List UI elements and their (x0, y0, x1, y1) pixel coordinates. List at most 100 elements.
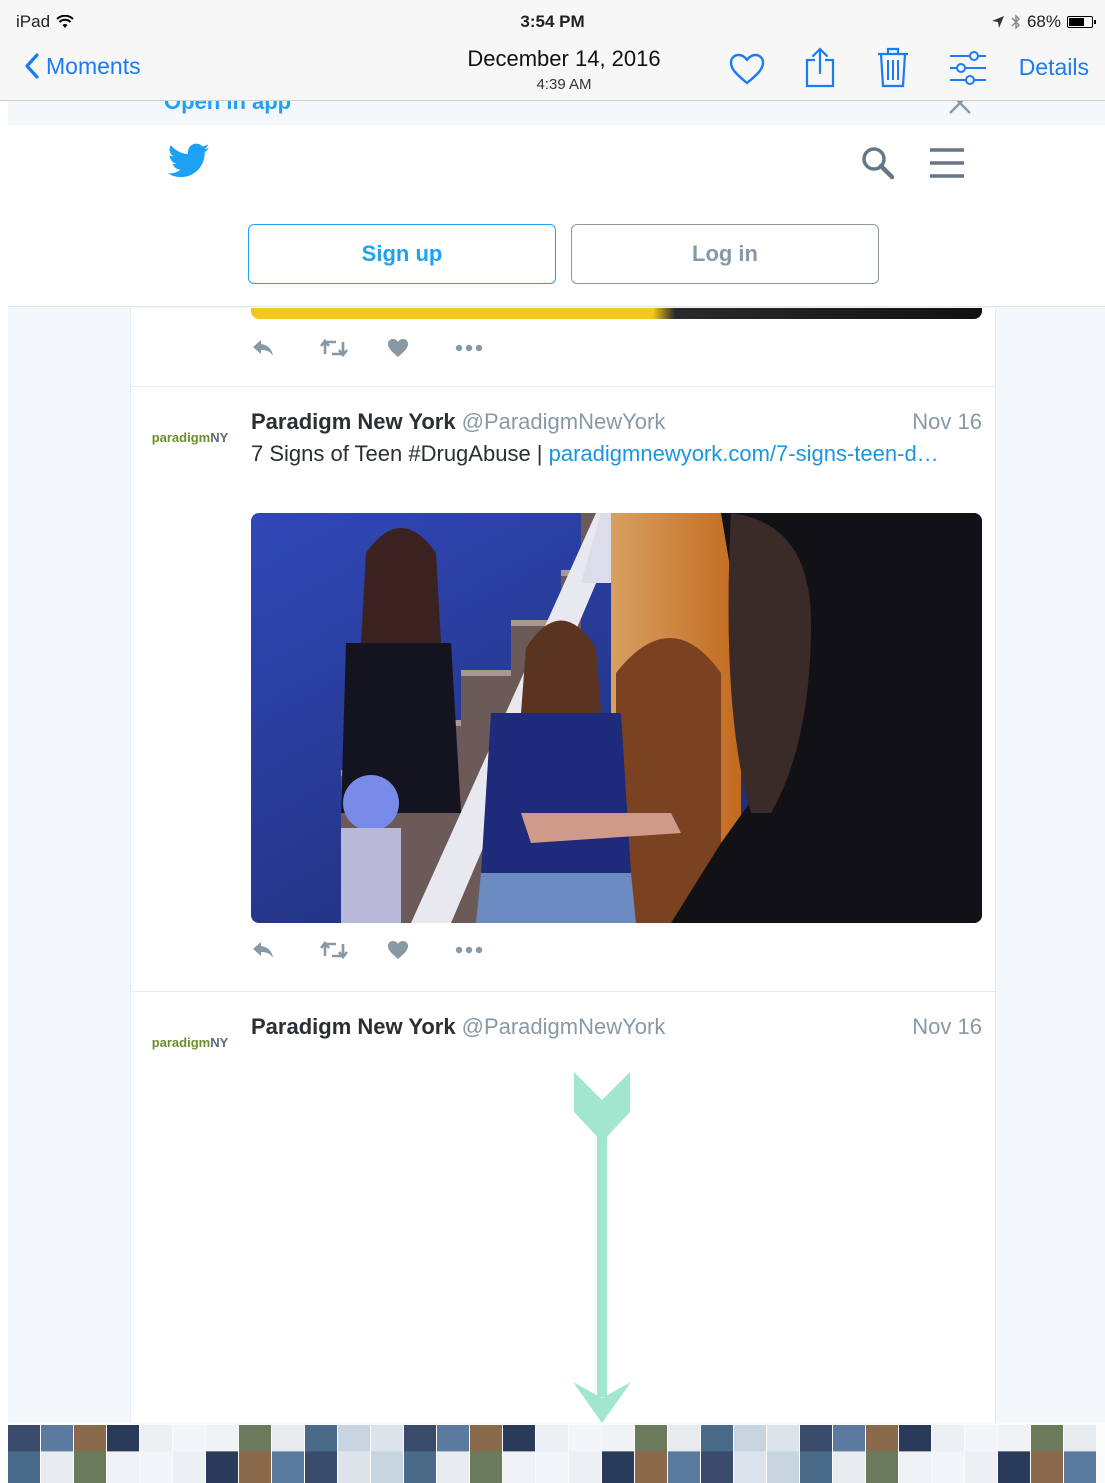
avatar[interactable]: paradigm NY (141, 407, 239, 467)
photo-thumbnail[interactable] (998, 1425, 1030, 1483)
photo-thumbnail[interactable] (206, 1425, 238, 1483)
photo-viewer-screen: iPad 3:54 PM 68% Moments December 14, 20… (0, 0, 1105, 1483)
edit-button[interactable] (948, 50, 988, 91)
chevron-left-icon (25, 53, 39, 79)
party-stairs-photo (251, 513, 982, 923)
reply-button[interactable] (251, 940, 319, 960)
photo-thumbnail[interactable] (1031, 1425, 1063, 1483)
photo-thumbnail[interactable] (74, 1425, 106, 1483)
details-button[interactable]: Details (1019, 54, 1089, 81)
photo-thumbnail[interactable] (668, 1425, 700, 1483)
like-button[interactable] (387, 940, 455, 960)
open-in-app-link[interactable]: Open in app (164, 101, 291, 115)
back-button[interactable]: Moments (24, 52, 141, 80)
photo-thumbnail[interactable] (272, 1425, 304, 1483)
tweet-link[interactable]: paradigmnewyork.com/7-signs-teen-d… (549, 441, 939, 466)
photo-thumbnail[interactable] (503, 1425, 535, 1483)
back-label: Moments (46, 52, 141, 79)
more-icon (455, 946, 483, 954)
status-bar: iPad 3:54 PM 68% (0, 0, 1105, 44)
previous-tweet-media[interactable] (251, 308, 982, 319)
open-in-app-banner: Open in app (8, 101, 1105, 125)
web-content: Open in app Sign up Log in paradigm NY P… (8, 101, 1105, 1423)
photo-thumbnail[interactable] (569, 1425, 601, 1483)
tweet-photo[interactable] (251, 513, 982, 923)
photo-thumbnail[interactable] (173, 1425, 205, 1483)
author-handle[interactable]: @ParadigmNewYork (462, 1014, 666, 1039)
photo-thumbnail[interactable] (107, 1425, 139, 1483)
tweet-header: Paradigm New York @ParadigmNewYork Nov 16 (251, 1014, 982, 1040)
tweet-actions (251, 940, 523, 960)
like-icon (388, 941, 408, 959)
navigation-bar: Moments December 14, 2016 4:39 AM Detail… (0, 44, 1105, 101)
signup-button[interactable]: Sign up (248, 224, 556, 284)
photo-thumbnail[interactable] (833, 1425, 865, 1483)
share-button[interactable] (804, 46, 836, 93)
search-icon[interactable] (860, 145, 896, 181)
status-time: 3:54 PM (520, 12, 585, 31)
tweet-header: Paradigm New York @ParadigmNewYork Nov 16 (251, 409, 982, 435)
battery-percent: 68% (1026, 12, 1061, 31)
tweet-timeline: paradigm NY Paradigm New York @ParadigmNew… (130, 308, 997, 1423)
heart-icon (729, 53, 765, 85)
author-name[interactable]: Paradigm New York (251, 1014, 456, 1039)
more-button[interactable] (455, 946, 523, 954)
photo-thumbnail[interactable] (305, 1425, 337, 1483)
photo-thumbnail[interactable] (965, 1425, 997, 1483)
tweet-item[interactable]: paradigm NY Paradigm New York @ParadigmNew… (131, 387, 997, 991)
hamburger-icon[interactable] (928, 147, 966, 179)
close-icon[interactable] (948, 101, 972, 115)
author-name[interactable]: Paradigm New York (251, 409, 456, 434)
retweet-button[interactable] (319, 940, 387, 960)
photo-thumbnail[interactable] (932, 1425, 964, 1483)
like-icon (388, 339, 408, 357)
photo-thumbnail[interactable] (899, 1425, 931, 1483)
avatar[interactable]: paradigm NY (141, 1012, 239, 1072)
photo-thumbnail[interactable] (536, 1425, 568, 1483)
photo-thumbnail[interactable] (371, 1425, 403, 1483)
photo-thumbnail[interactable] (41, 1425, 73, 1483)
reply-icon (253, 942, 273, 958)
like-button[interactable] (387, 338, 455, 358)
retweet-icon (319, 940, 349, 960)
author-handle[interactable]: @ParadigmNewYork (462, 409, 666, 434)
photo-thumbnail[interactable] (338, 1425, 370, 1483)
photo-thumbnail[interactable] (470, 1425, 502, 1483)
more-button[interactable] (455, 344, 523, 352)
tweet-text: 7 Signs of Teen #DrugAbuse | paradigmnew… (251, 439, 971, 469)
login-button[interactable]: Log in (571, 224, 879, 284)
twitter-header: Sign up Log in (8, 125, 1105, 307)
tweet-body: 7 Signs of Teen #DrugAbuse | (251, 441, 549, 466)
photo-datetime: December 14, 2016 4:39 AM (440, 46, 688, 93)
favorite-button[interactable] (728, 52, 766, 91)
reply-icon (253, 340, 273, 356)
photo-thumbnail[interactable] (404, 1425, 436, 1483)
photo-thumbnail[interactable] (1064, 1425, 1096, 1483)
photo-thumbnail[interactable] (701, 1425, 733, 1483)
photo-thumbnail[interactable] (8, 1425, 40, 1483)
photo-thumbnail[interactable] (437, 1425, 469, 1483)
sliders-icon (950, 51, 986, 85)
location-icon (991, 16, 1004, 28)
photo-thumbnail[interactable] (635, 1425, 667, 1483)
tweet-date[interactable]: Nov 16 (912, 409, 982, 435)
more-icon (455, 344, 483, 352)
tweet-item[interactable]: paradigm NY Paradigm New York @ParadigmNew… (131, 992, 997, 1423)
retweet-button[interactable] (319, 338, 387, 358)
photo-thumbnail[interactable] (239, 1425, 271, 1483)
photo-thumbnail[interactable] (800, 1425, 832, 1483)
tweet-date[interactable]: Nov 16 (912, 1014, 982, 1040)
delete-button[interactable] (876, 46, 910, 93)
thumbnail-strip[interactable] (8, 1423, 1105, 1483)
photo-thumbnail[interactable] (140, 1425, 172, 1483)
reply-button[interactable] (251, 338, 319, 358)
photo-thumbnail[interactable] (602, 1425, 634, 1483)
photo-thumbnail[interactable] (866, 1425, 898, 1483)
photo-time: 4:39 AM (536, 76, 592, 93)
photo-thumbnail[interactable] (767, 1425, 799, 1483)
retweet-icon (319, 338, 349, 358)
arrow-graphic (573, 1072, 631, 1423)
twitter-bird-icon[interactable] (168, 143, 210, 179)
photo-thumbnail[interactable] (734, 1425, 766, 1483)
photo-date: December 14, 2016 (467, 46, 661, 71)
